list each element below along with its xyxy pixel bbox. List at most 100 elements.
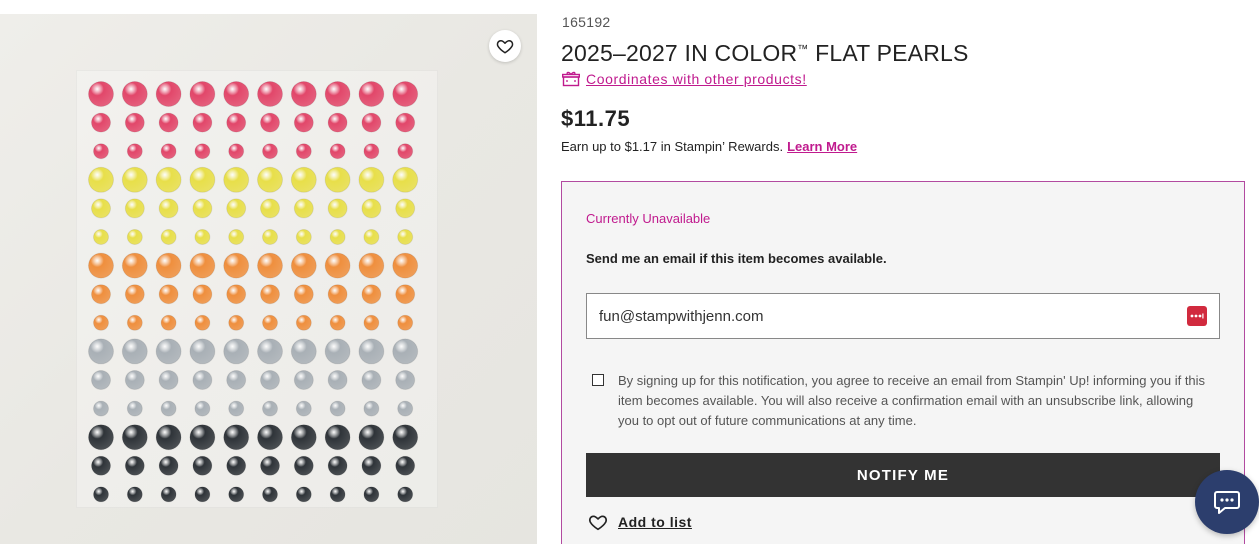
pearl [257,166,283,193]
pearl [392,81,419,107]
notify-panel: Currently Unavailable Send me an email i… [561,181,1245,544]
pearl [93,486,109,503]
pearl [223,252,250,279]
pearl [126,314,143,331]
notify-prompt: Send me an email if this item becomes av… [586,251,887,266]
pearl [295,486,312,503]
pearl [88,424,114,451]
pearl [194,400,211,417]
pearl [223,166,250,193]
pearl [262,143,278,160]
pearl [397,400,414,417]
pearl [295,314,312,331]
pearl [324,424,351,451]
pearl [257,252,283,279]
pearl [155,424,182,451]
dots-glyph [1190,313,1204,319]
email-input[interactable] [599,307,1187,325]
pearl [293,198,314,219]
pearl [324,166,351,193]
pearl [228,486,245,503]
pearl [192,198,213,219]
pearl [260,112,280,133]
pearl [126,229,143,245]
pearl [121,166,148,193]
pearl [361,284,382,305]
pearl [324,338,351,365]
pearl [329,143,346,160]
pearl [260,284,280,305]
pearl [363,400,380,417]
pearl [395,455,416,476]
password-manager-icon[interactable] [1187,306,1207,326]
pearl [262,400,278,417]
pearl [189,81,216,107]
pearl [257,81,283,107]
pearl [88,166,114,193]
pearl [160,314,177,331]
title-suffix: FLAT PEARLS [808,40,969,66]
trademark: ™ [797,43,809,56]
pearl [363,314,380,331]
pearl [295,229,312,245]
pearl [189,252,216,279]
pearl [192,455,213,476]
pearl [260,370,280,390]
pearl [124,198,145,219]
product-sku: 165192 [562,14,611,30]
pearl [91,112,111,133]
pearl [93,229,109,245]
email-field[interactable] [586,293,1220,339]
pearl [91,198,111,219]
pearl [358,424,385,451]
pearl [155,338,182,365]
pearl [293,370,314,390]
pearl [290,81,317,107]
pearl [290,166,317,193]
consent-text: By signing up for this notification, you… [618,373,1206,428]
pearl [395,370,416,390]
pearl [358,81,385,107]
pearl [126,400,143,417]
pearl [397,314,414,331]
pearl [295,143,312,160]
pearl [361,112,382,133]
pearl [155,252,182,279]
pearl [155,166,182,193]
pearl [329,314,346,331]
add-to-list-button[interactable]: Add to list [588,513,692,531]
pearl [293,112,314,133]
pearl [88,81,114,107]
pearl [392,424,419,451]
chat-button[interactable] [1195,470,1259,534]
pearl [260,455,280,476]
pearl [93,143,109,160]
pearl [363,229,380,245]
pearl [329,229,346,245]
pearl [158,370,179,390]
pearl [228,400,245,417]
heart-outline-icon [589,515,607,531]
pearl [361,198,382,219]
pearl [93,400,109,417]
pearl [158,112,179,133]
pearl [158,455,179,476]
pearl [160,400,177,417]
pearl [121,81,148,107]
coordinates-row: Coordinates with other products! [562,71,807,87]
pearl [91,284,111,305]
consent-checkbox[interactable] [592,374,604,386]
pearl [327,198,348,219]
pearl [192,370,213,390]
pearl [327,370,348,390]
pearl [160,229,177,245]
coordinates-link[interactable]: Coordinates with other products! [586,71,807,87]
rewards-row: Earn up to $1.17 in Stampin’ Rewards. Lea… [561,139,857,154]
pearl [228,229,245,245]
pearl [189,424,216,451]
learn-more-link[interactable]: Learn More [787,139,857,154]
notify-me-button[interactable]: NOTIFY ME [586,453,1220,497]
favorite-button[interactable] [489,30,521,62]
pearl [290,424,317,451]
product-price: $11.75 [561,106,631,131]
